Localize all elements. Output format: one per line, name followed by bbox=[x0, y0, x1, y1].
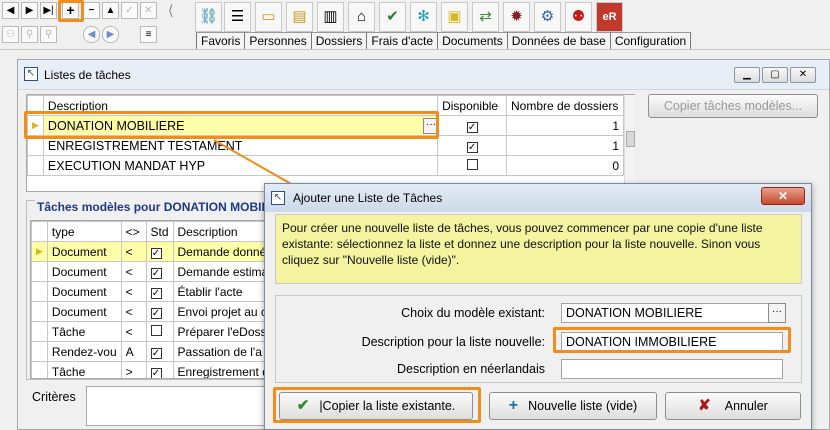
dialog-app-icon: ↖ bbox=[271, 191, 285, 205]
new-empty-list-label: Nouvelle liste (vide) bbox=[528, 399, 638, 413]
model-lookup-button[interactable]: ··· bbox=[768, 303, 786, 323]
model-field[interactable]: DONATION MOBILIERE bbox=[561, 303, 771, 323]
cancel-label: Annuler bbox=[724, 399, 768, 413]
new-empty-list-button[interactable]: + Nouvelle liste (vide) bbox=[489, 392, 657, 420]
dutch-description-field[interactable] bbox=[561, 359, 783, 379]
cancel-x-icon: ✘ bbox=[698, 397, 711, 414]
dialog-title: Ajouter une Liste de Tâches bbox=[293, 191, 443, 205]
model-label: Choix du modèle existant: bbox=[401, 306, 545, 320]
close-dialog-button[interactable]: ✕ bbox=[761, 187, 805, 205]
dialog-info-text: Pour créer une nouvelle liste de tâches,… bbox=[275, 214, 802, 284]
plus-icon: + bbox=[508, 397, 519, 414]
dutch-description-label: Description en néerlandais bbox=[396, 362, 545, 376]
description-label: Description pour la liste nouvelle: bbox=[361, 335, 545, 349]
dialog-title-bar: ↖ Ajouter une Liste de Tâches ✕ bbox=[265, 184, 811, 212]
description-field-highlight bbox=[553, 327, 791, 353]
copy-button-highlight bbox=[273, 387, 481, 423]
cancel-button[interactable]: ✘ Annuler bbox=[665, 392, 801, 420]
